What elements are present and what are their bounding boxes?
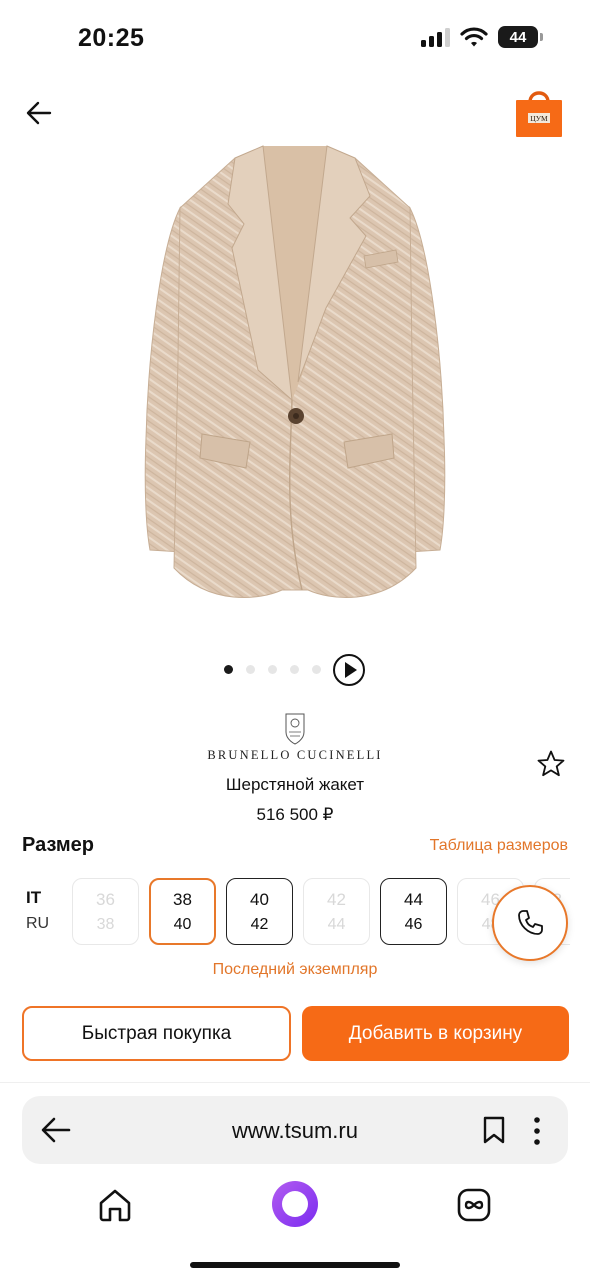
size-it-value: 44 <box>404 889 423 909</box>
bottom-nav <box>0 1175 590 1235</box>
size-ru-value: 44 <box>327 915 346 933</box>
size-ru-value: 38 <box>96 915 115 933</box>
last-item-note: Последний экземпляр <box>212 961 378 978</box>
cellular-signal-icon <box>421 28 450 47</box>
bookmark-icon[interactable] <box>482 1116 506 1144</box>
size-ru-value: 40 <box>173 915 192 933</box>
status-bar: 20:25 44 <box>0 0 590 80</box>
tsum-logo-text: ЦУМ <box>530 114 548 123</box>
size-ru-value: 42 <box>250 915 269 933</box>
battery-indicator: 44 <box>498 26 543 48</box>
tabs-icon[interactable] <box>456 1187 492 1223</box>
gallery-dot[interactable] <box>268 665 277 674</box>
size-ru-value: 46 <box>404 915 423 933</box>
gallery-controls <box>0 652 590 688</box>
browser-address-bar[interactable]: www.tsum.ru <box>22 1096 568 1164</box>
size-it-value: 38 <box>173 889 192 909</box>
alice-icon[interactable] <box>271 1180 319 1228</box>
status-time: 20:25 <box>78 24 145 52</box>
size-option-42[interactable]: 42 44 <box>303 878 370 945</box>
size-option-44[interactable]: 44 46 <box>380 878 447 945</box>
size-option-36[interactable]: 36 38 <box>72 878 139 945</box>
product-price: 516 500 ₽ <box>256 805 334 824</box>
home-icon[interactable] <box>97 1187 133 1223</box>
back-arrow-icon[interactable] <box>24 98 54 128</box>
call-button[interactable] <box>492 885 568 961</box>
status-icons: 44 <box>420 26 543 48</box>
size-option-40[interactable]: 40 42 <box>226 878 293 945</box>
size-header: Размер Таблица размеров <box>0 834 590 864</box>
battery-level: 44 <box>509 28 527 46</box>
gallery-dot-active[interactable] <box>224 665 233 674</box>
home-indicator <box>190 1262 400 1268</box>
size-label-ru: RU <box>26 915 50 932</box>
size-table-link[interactable]: Таблица размеров <box>430 837 568 855</box>
phone-icon <box>518 910 543 935</box>
divider <box>0 1082 590 1083</box>
product-image[interactable] <box>140 138 450 608</box>
size-label-it: IT <box>26 888 42 907</box>
more-vertical-icon[interactable] <box>532 1116 542 1146</box>
brand-name[interactable]: BRUNELLO CUCINELLI <box>0 748 590 763</box>
size-it-value: 40 <box>250 889 269 909</box>
size-option-38[interactable]: 38 40 <box>149 878 216 945</box>
quick-buy-button[interactable]: Быстрая покупка <box>22 1006 291 1061</box>
add-to-cart-button[interactable]: Добавить в корзину <box>302 1006 569 1061</box>
tsum-bag-icon[interactable]: ЦУМ <box>514 86 564 138</box>
gallery-dot[interactable] <box>246 665 255 674</box>
brand-emblem-icon[interactable] <box>280 710 310 746</box>
size-system-labels: IT RU <box>26 888 66 933</box>
gallery-dot[interactable] <box>312 665 321 674</box>
product-name: Шерстяной жакет <box>225 775 365 794</box>
size-it-value: 42 <box>327 889 346 909</box>
top-header: ЦУМ <box>0 80 590 142</box>
gallery-dot[interactable] <box>290 665 299 674</box>
favorite-star-icon[interactable] <box>536 749 566 779</box>
size-title: Размер <box>22 834 95 856</box>
size-it-value: 36 <box>96 889 115 909</box>
wifi-icon <box>460 27 488 47</box>
play-video-icon[interactable] <box>333 654 365 686</box>
product-info: BRUNELLO CUCINELLI Шерстяной жакет 516 5… <box>0 710 590 825</box>
